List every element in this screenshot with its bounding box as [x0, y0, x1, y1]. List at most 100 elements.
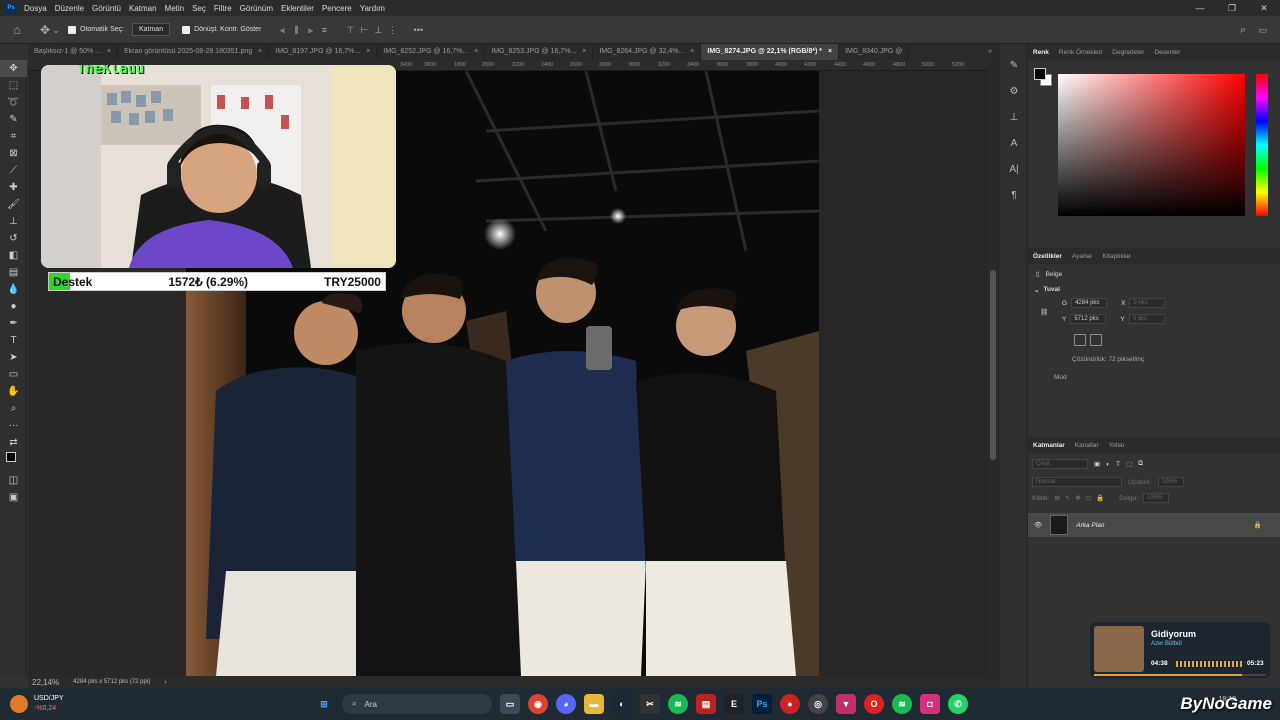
menu-image[interactable]: Görüntü [92, 4, 121, 13]
healing-brush-tool-icon[interactable]: ✚ [0, 179, 27, 196]
zoom-level[interactable]: 22,14% [32, 678, 59, 687]
obs-icon[interactable]: ◎ [808, 694, 828, 714]
foreground-color-swatch[interactable] [1034, 68, 1046, 80]
menu-plugins[interactable]: Eklentiler [281, 4, 314, 13]
tab-document[interactable]: IMG_8252.JPG @ 16,7%... × [377, 44, 486, 60]
x-field[interactable]: 0 pks [1129, 298, 1166, 308]
hue-slider[interactable] [1256, 74, 1268, 216]
chrome-icon[interactable]: ◉ [528, 694, 548, 714]
lock-pixels-icon[interactable]: ✎ [1065, 494, 1070, 502]
menu-filter[interactable]: Filtre [214, 4, 232, 13]
menu-edit[interactable]: Düzenle [55, 4, 84, 13]
align-bottom-icon[interactable]: ⊥ [371, 25, 385, 35]
blur-tool-icon[interactable]: 💧 [0, 281, 27, 298]
tab-adjustments[interactable]: Ayarlar [1072, 253, 1092, 260]
clone-source-icon[interactable]: ⊥ [999, 104, 1029, 130]
clone-stamp-tool-icon[interactable]: ⊥ [0, 213, 27, 230]
tab-properties[interactable]: Özellikler [1033, 253, 1062, 260]
file-explorer-icon[interactable]: ▬ [584, 694, 604, 714]
close-tab-icon[interactable]: × [828, 44, 832, 60]
tab-document[interactable]: Başlıksız-1 @ 50% ... × [28, 44, 119, 60]
instagram-icon[interactable]: ◘ [920, 694, 940, 714]
paragraph-icon[interactable]: ¶ [999, 182, 1029, 208]
type-tool-icon[interactable]: T [0, 332, 27, 349]
adjustments-icon[interactable]: ⚙ [999, 78, 1029, 104]
pen-tool-icon[interactable]: ✒ [0, 315, 27, 332]
zoom-tool-icon[interactable]: ⌕ [0, 400, 27, 417]
history-brush-tool-icon[interactable]: ↺ [0, 230, 27, 247]
tab-document[interactable]: Ekran görüntüsü 2025-08-28 180351.png × [118, 44, 270, 60]
quick-select-tool-icon[interactable]: ✎ [0, 111, 27, 128]
auto-select-checkbox[interactable] [68, 25, 76, 34]
tab-layers[interactable]: Katmanlar [1033, 442, 1065, 449]
shape-tool-icon[interactable]: ▭ [0, 366, 27, 383]
swap-colors-icon[interactable]: ⇄ [0, 434, 27, 451]
layer-filter-dropdown[interactable]: Çeşit [1032, 459, 1088, 469]
transform-controls-checkbox[interactable] [182, 25, 191, 34]
more-tools-icon[interactable]: ··· [0, 417, 27, 434]
move-tool-icon[interactable]: ✥ [38, 24, 52, 36]
close-tab-icon[interactable]: × [258, 44, 262, 60]
spotify-icon[interactable]: ≋ [668, 694, 688, 714]
filter-adjustment-icon[interactable]: ◐ [1106, 461, 1110, 468]
minimize-icon[interactable]: — [1184, 0, 1216, 16]
ticker-widget[interactable]: USD/JPY -%0,24 [10, 694, 150, 714]
color-swatch-icon[interactable] [0, 451, 27, 468]
align-center-icon[interactable]: ⫼ [289, 25, 303, 35]
brush-settings-icon[interactable]: ✎ [999, 52, 1029, 78]
frame-tool-icon[interactable]: ⊠ [0, 145, 27, 162]
eyedropper-tool-icon[interactable]: ⟋ [0, 162, 27, 179]
menu-select[interactable]: Seç [192, 4, 206, 13]
filter-smart-icon[interactable]: ⧉ [1138, 460, 1143, 468]
menu-file[interactable]: Dosya [24, 4, 47, 13]
more-options-icon[interactable]: ••• [411, 25, 425, 35]
eraser-tool-icon[interactable]: ◧ [0, 247, 27, 264]
layer-row[interactable]: 👁 Arka Plan 🔒 [1028, 513, 1280, 537]
tab-color[interactable]: Renk [1033, 49, 1049, 56]
y-field[interactable]: 0 pks [1128, 314, 1165, 324]
dodge-tool-icon[interactable]: ● [0, 298, 27, 315]
menu-help[interactable]: Yardım [360, 4, 385, 13]
task-view-icon[interactable]: ▭ [500, 694, 520, 714]
tab-libraries[interactable]: Kitaplıklar [1102, 253, 1131, 260]
whatsapp-icon[interactable]: ✆ [948, 694, 968, 714]
screen-mode-icon[interactable]: ▣ [0, 489, 27, 506]
tab-patterns[interactable]: Desenler [1154, 49, 1180, 56]
lock-transparency-icon[interactable]: ⊞ [1054, 494, 1059, 502]
filter-type-icon[interactable]: T [1116, 461, 1120, 468]
layer-select-dropdown[interactable]: Katman [131, 23, 171, 36]
transform-controls-option[interactable]: Dönüşt. Kontr. Göster [182, 25, 261, 34]
distribute-icon[interactable]: ≡ [317, 25, 331, 35]
tab-gradients[interactable]: Degradeler [1112, 49, 1144, 56]
menu-view[interactable]: Görünüm [240, 4, 273, 13]
brush-tool-icon[interactable]: 🖌 [0, 196, 27, 213]
app-icon[interactable]: ● [780, 694, 800, 714]
app-icon[interactable]: ▼ [836, 694, 856, 714]
tab-channels[interactable]: Kanallar [1075, 442, 1099, 449]
close-tab-icon[interactable]: × [690, 44, 694, 60]
marquee-tool-icon[interactable]: ⬚ [0, 77, 27, 94]
filter-pixel-icon[interactable]: ▣ [1094, 460, 1100, 468]
opera-icon[interactable]: O [864, 694, 884, 714]
align-middle-icon[interactable]: ⊢ [357, 25, 371, 35]
spotify-icon[interactable]: ≋ [892, 694, 912, 714]
lasso-tool-icon[interactable]: ➰ [0, 94, 27, 111]
scrollbar-thumb[interactable] [990, 270, 996, 460]
quick-mask-icon[interactable]: ◫ [0, 472, 27, 489]
lock-all-icon[interactable]: 🔒 [1096, 494, 1104, 502]
close-tab-icon[interactable]: × [366, 44, 370, 60]
search-box[interactable]: ⌕ Ara [342, 694, 492, 714]
tab-swatches[interactable]: Renk Örnekleri [1059, 49, 1102, 56]
tab-document-active[interactable]: IMG_8274.JPG @ 22,1% (RGB/8*) * × [701, 44, 840, 60]
glyphs-icon[interactable]: A| [999, 156, 1029, 182]
link-icon[interactable]: ⛓ [1040, 308, 1048, 316]
home-icon[interactable]: ⌂ [10, 24, 24, 36]
color-picker-field[interactable] [1058, 74, 1245, 216]
chevron-right-icon[interactable]: › [164, 679, 166, 686]
filter-shape-icon[interactable]: ⬚ [1126, 460, 1132, 468]
menu-layer[interactable]: Katman [129, 4, 157, 13]
eye-icon[interactable]: 👁 [1034, 521, 1042, 529]
tab-document[interactable]: IMG_8197.JPG @ 16,7%... × [269, 44, 378, 60]
align-top-icon[interactable]: ⊤ [343, 25, 357, 35]
start-icon[interactable]: ⊞ [314, 694, 334, 714]
